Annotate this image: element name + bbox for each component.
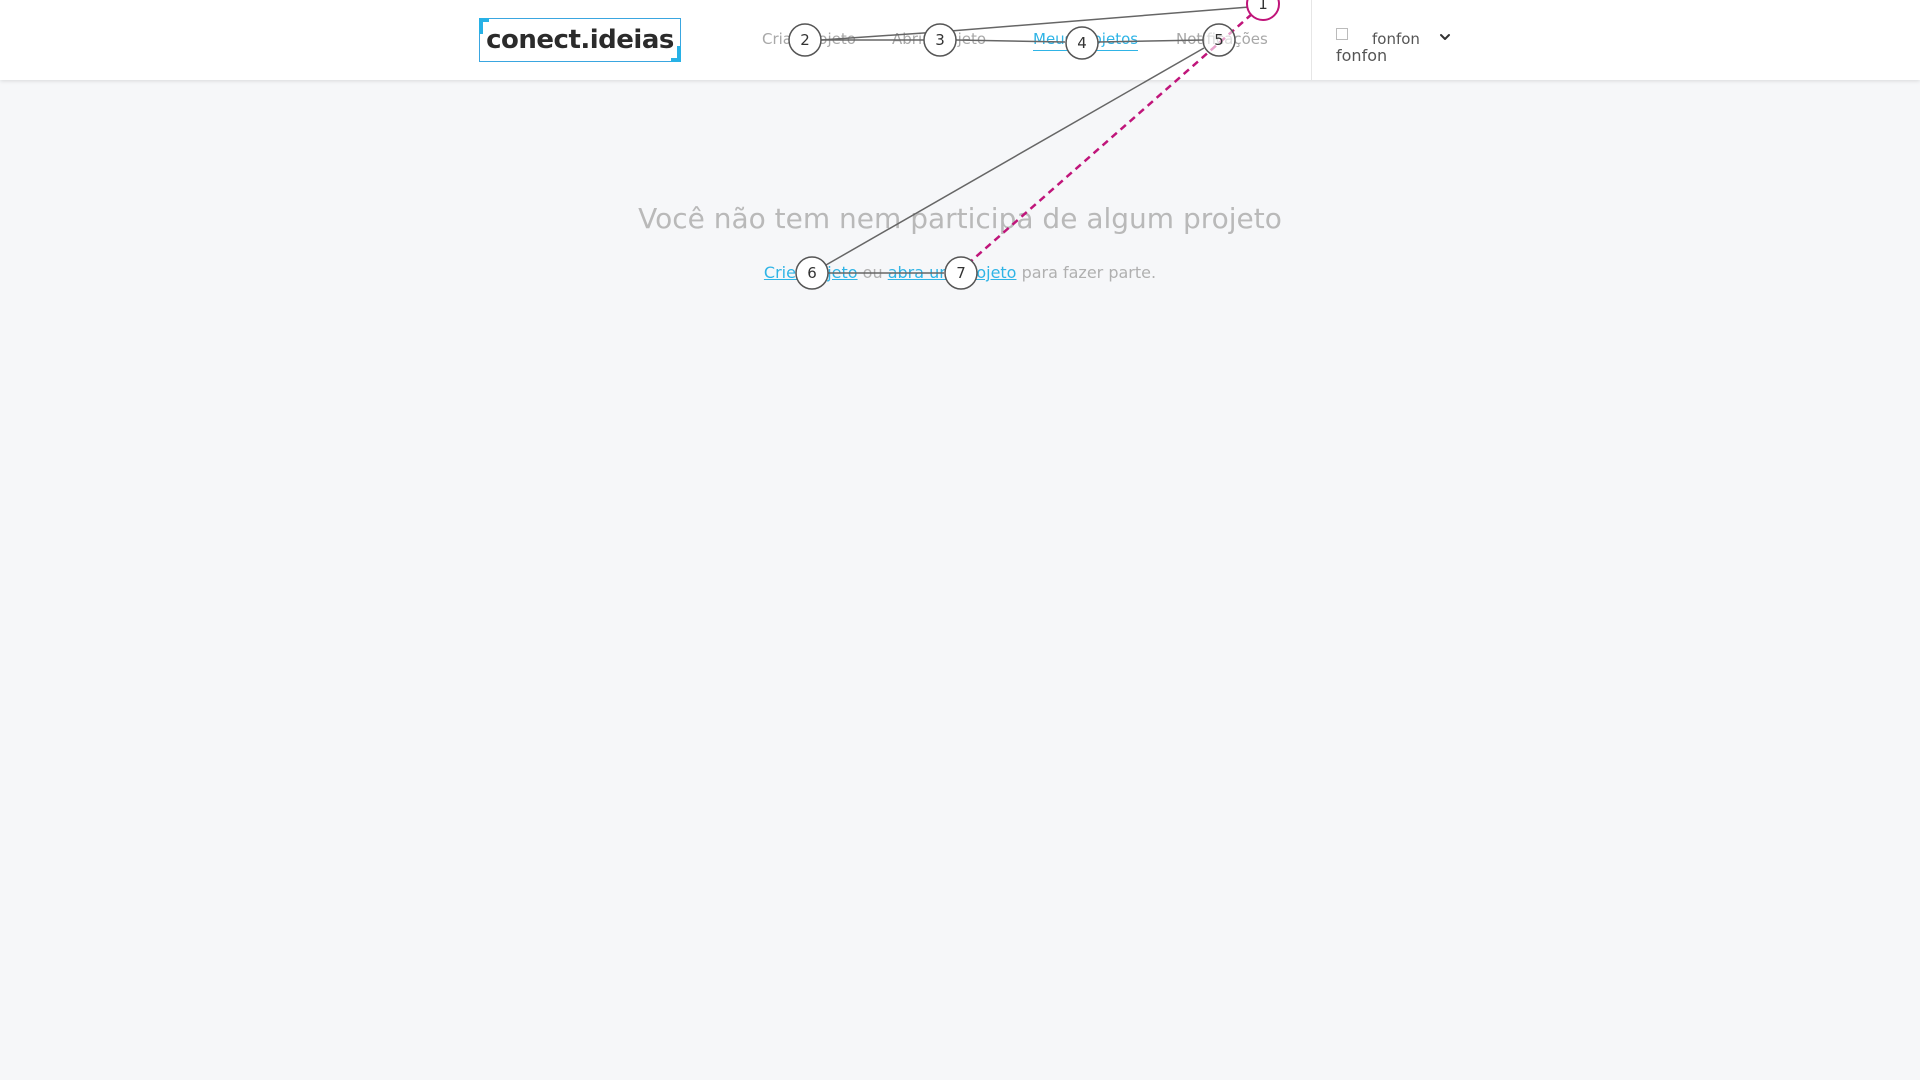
nav-open-project[interactable]: Abrir projeto (892, 30, 986, 48)
join-project-link[interactable]: abra um projeto (888, 263, 1017, 282)
create-project-link[interactable]: Crie projeto (764, 263, 858, 282)
logo-text: conect.ideias (486, 25, 674, 55)
user-name: fonfon (1372, 30, 1420, 48)
suffix-text: para fazer parte. (1021, 263, 1157, 282)
chevron-down-icon[interactable] (1438, 30, 1452, 44)
top-header: conect.ideias Criar projeto Abrir projet… (0, 0, 1920, 80)
broken-image-icon (1336, 28, 1348, 40)
header-divider (1311, 0, 1312, 80)
empty-state-subtitle: Crie projeto ou abra um projeto para faz… (0, 263, 1920, 282)
logo-corner-bottom-right (671, 46, 681, 62)
avatar[interactable] (1336, 28, 1366, 44)
annotation-overlay: 1 2 3 4 5 6 7 (788, 0, 1280, 290)
separator-text: ou (862, 263, 883, 282)
empty-state-title: Você não tem nem participa de algum proj… (638, 202, 1282, 235)
brand-logo[interactable]: conect.ideias (479, 18, 681, 62)
nav-notifications[interactable]: Notificações (1176, 30, 1268, 48)
logo-corner-top-left (479, 18, 489, 34)
nav-create-project[interactable]: Criar projeto (762, 30, 856, 48)
avatar-alt-text: fonfon (1336, 46, 1388, 65)
nav-my-projects[interactable]: Meus projetos (1033, 30, 1139, 51)
